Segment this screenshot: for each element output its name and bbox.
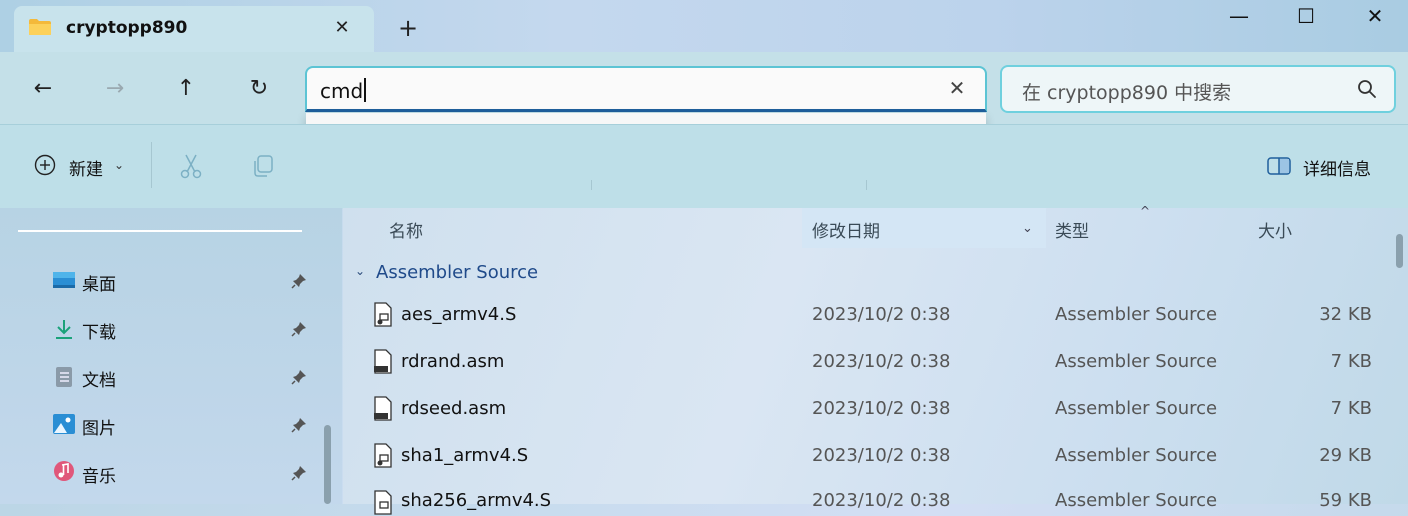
sidebar-label: 下载 bbox=[82, 323, 116, 343]
back-icon[interactable]: ← bbox=[25, 72, 61, 106]
file-name: sha1_armv4.S bbox=[401, 445, 529, 466]
pin-icon[interactable] bbox=[290, 272, 308, 290]
download-icon bbox=[56, 320, 72, 339]
asm-file-icon bbox=[374, 349, 392, 374]
file-type: Assembler Source bbox=[1055, 398, 1218, 419]
group-header[interactable]: Assembler Source bbox=[376, 262, 538, 283]
column-header-date[interactable]: 修改日期 bbox=[812, 217, 880, 242]
details-pane-icon[interactable] bbox=[1267, 156, 1291, 176]
command-bar bbox=[0, 124, 1408, 209]
file-name: rdseed.asm bbox=[401, 398, 507, 419]
address-bar[interactable] bbox=[305, 66, 987, 112]
sidebar-label: 图片 bbox=[82, 419, 116, 439]
pin-icon[interactable] bbox=[290, 368, 308, 386]
script-file-icon bbox=[374, 443, 392, 468]
group-collapse-icon[interactable]: ⌄ bbox=[355, 264, 365, 278]
script-file-icon bbox=[374, 302, 392, 327]
file-date: 2023/10/2 0:38 bbox=[812, 490, 951, 511]
file-size: 29 KB bbox=[1319, 445, 1372, 466]
pin-icon[interactable] bbox=[290, 320, 308, 338]
file-date: 2023/10/2 0:38 bbox=[812, 351, 951, 372]
music-icon bbox=[54, 461, 74, 481]
maximize-button[interactable]: ☐ bbox=[1283, 4, 1329, 28]
sidebar-label: 音乐 bbox=[82, 467, 116, 487]
file-size: 7 KB bbox=[1330, 398, 1372, 419]
address-value: cmd bbox=[320, 79, 364, 103]
minimize-button[interactable]: — bbox=[1216, 4, 1262, 28]
file-size: 7 KB bbox=[1330, 351, 1372, 372]
refresh-icon[interactable]: ↻ bbox=[241, 72, 277, 106]
script-file-icon bbox=[374, 490, 392, 515]
sidebar-scrollbar[interactable] bbox=[324, 425, 331, 504]
column-header-type[interactable]: 类型 bbox=[1055, 217, 1089, 242]
file-list-scrollbar[interactable] bbox=[1396, 234, 1403, 268]
sidebar-label: 文档 bbox=[82, 371, 116, 391]
close-button[interactable]: ✕ bbox=[1352, 4, 1398, 28]
documents-icon bbox=[56, 367, 72, 387]
text-caret bbox=[364, 78, 367, 102]
desktop-icon bbox=[53, 272, 75, 288]
add-circle-icon bbox=[34, 154, 56, 176]
toolbar-divider bbox=[866, 180, 867, 190]
file-date: 2023/10/2 0:38 bbox=[812, 398, 951, 419]
sidebar-divider bbox=[18, 230, 302, 232]
sidebar-label: 桌面 bbox=[82, 275, 116, 295]
file-date: 2023/10/2 0:38 bbox=[812, 304, 951, 325]
chevron-down-icon: ⌄ bbox=[114, 158, 125, 172]
clear-address-icon[interactable]: ✕ bbox=[946, 77, 968, 99]
file-date: 2023/10/2 0:38 bbox=[812, 445, 951, 466]
search-placeholder: 在 cryptopp890 中搜索 bbox=[1022, 82, 1232, 104]
file-type: Assembler Source bbox=[1055, 445, 1218, 466]
pictures-icon bbox=[53, 414, 75, 434]
folder-icon bbox=[29, 19, 51, 35]
new-label: 新建 bbox=[69, 160, 103, 180]
pin-icon[interactable] bbox=[290, 464, 308, 482]
file-name: aes_armv4.S bbox=[401, 304, 517, 325]
file-size: 59 KB bbox=[1319, 490, 1372, 511]
tab-close-icon[interactable]: ✕ bbox=[332, 18, 352, 38]
column-header-size[interactable]: 大小 bbox=[1258, 217, 1292, 242]
file-type: Assembler Source bbox=[1055, 490, 1218, 511]
search-icon[interactable] bbox=[1356, 78, 1378, 100]
column-header-name[interactable]: 名称 bbox=[389, 217, 423, 242]
column-chevron-down-icon[interactable]: ⌄ bbox=[1022, 221, 1033, 236]
file-name: rdrand.asm bbox=[401, 351, 505, 372]
toolbar-divider bbox=[151, 142, 152, 188]
sort-ascending-icon: ^ bbox=[1140, 204, 1151, 218]
file-size: 32 KB bbox=[1319, 304, 1372, 325]
file-type: Assembler Source bbox=[1055, 351, 1218, 372]
details-button[interactable]: 详细信息 bbox=[1303, 155, 1371, 180]
forward-icon[interactable]: → bbox=[97, 72, 133, 106]
pin-icon[interactable] bbox=[290, 416, 308, 434]
asm-file-icon bbox=[374, 396, 392, 421]
file-type: Assembler Source bbox=[1055, 304, 1218, 325]
tab-title: cryptopp890 bbox=[66, 18, 188, 38]
address-input[interactable]: cmd bbox=[320, 78, 367, 103]
toolbar-divider bbox=[591, 180, 592, 190]
up-icon[interactable]: ↑ bbox=[168, 72, 204, 106]
file-name: sha256_armv4.S bbox=[401, 490, 552, 511]
cut-icon[interactable] bbox=[177, 152, 205, 180]
copy-icon[interactable] bbox=[249, 152, 277, 180]
new-tab-icon[interactable]: + bbox=[396, 16, 420, 40]
